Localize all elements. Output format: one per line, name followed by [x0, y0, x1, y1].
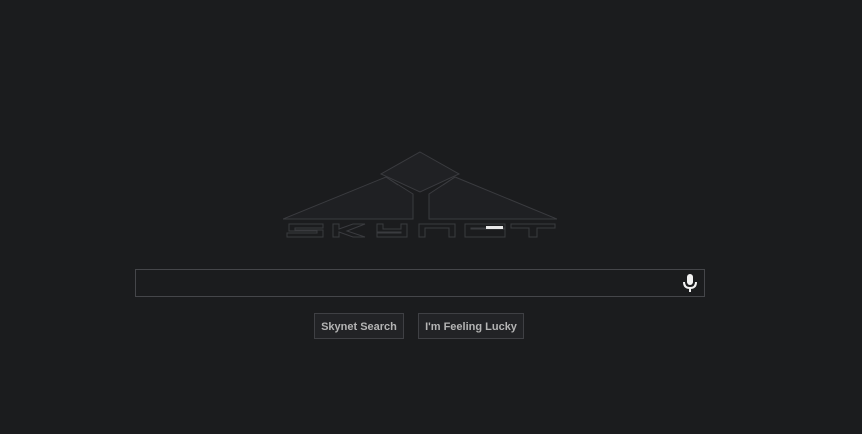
logo-highlight [486, 226, 503, 229]
skynet-logo-graphic [283, 151, 557, 238]
page: Skynet Search I'm Feeling Lucky [0, 0, 862, 434]
feeling-lucky-button[interactable]: I'm Feeling Lucky [418, 313, 524, 339]
skynet-logo [283, 151, 557, 241]
microphone-icon[interactable] [682, 274, 698, 293]
search-box[interactable] [135, 269, 705, 297]
search-input[interactable] [136, 270, 672, 296]
skynet-search-button[interactable]: Skynet Search [314, 313, 404, 339]
search-buttons: Skynet Search I'm Feeling Lucky [0, 313, 862, 341]
